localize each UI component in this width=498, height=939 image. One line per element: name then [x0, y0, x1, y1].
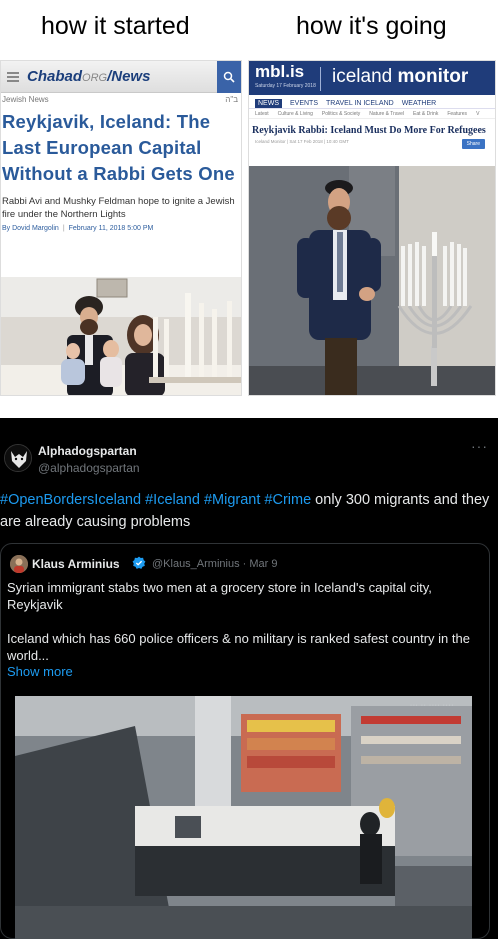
hashtag-open-borders[interactable]: #OpenBordersIceland: [0, 492, 141, 508]
article-headline: Reykjavik, Iceland: The Last European Ca…: [2, 111, 235, 184]
nav-weather[interactable]: WEATHER: [402, 100, 436, 107]
quote-avatar[interactable]: [10, 555, 28, 573]
verified-badge-icon: [132, 556, 146, 569]
subnav-politics[interactable]: Politics & Society: [322, 111, 360, 117]
menu-icon[interactable]: [7, 71, 19, 82]
family-photo: [1, 277, 241, 395]
hashtag-iceland[interactable]: #Iceland: [145, 492, 200, 508]
chabad-article-screenshot: ChabadORG/News Jewish News ב"ה Reykjavik…: [0, 60, 242, 396]
hashtag-migrant[interactable]: #Migrant: [204, 492, 260, 508]
nav-travel[interactable]: TRAVEL IN ICELAND: [326, 100, 394, 107]
mbl-main-nav: NEWS EVENTS TRAVEL IN ICELAND WEATHER: [249, 95, 495, 109]
quoted-tweet[interactable]: Klaus Arminius @Klaus_Arminius · Mar 9 S…: [0, 543, 490, 939]
more-options-icon[interactable]: ···: [471, 438, 488, 454]
portrait-avatar-icon: [10, 555, 28, 573]
author[interactable]: By Dovid Margolin: [2, 225, 59, 232]
date: February 11, 2018 5:00 PM: [68, 225, 154, 232]
quote-text: Syrian immigrant stabs two men at a groc…: [7, 579, 477, 681]
iceland-monitor-title[interactable]: iceland monitor: [332, 66, 468, 88]
subnav-latest[interactable]: Latest: [255, 111, 269, 117]
video-watermark: ··· ·· ···· ····: [409, 702, 454, 709]
mbl-date: Saturday 17 February 2018: [255, 83, 316, 89]
mbl-logo[interactable]: mbl.is: [255, 62, 304, 82]
subnav-features[interactable]: Features: [447, 111, 467, 117]
author-handle[interactable]: @alphadogspartan: [38, 461, 140, 475]
quote-author-name[interactable]: Klaus Arminius: [32, 557, 120, 571]
meta-text: Iceland Monitor | Sat 17 Feb 2018 | 10:4…: [255, 139, 349, 144]
nav-events[interactable]: EVENTS: [290, 100, 318, 107]
avatar[interactable]: [4, 444, 32, 472]
subnav-nature[interactable]: Nature & Travel: [369, 111, 404, 117]
search-icon: [223, 71, 235, 83]
show-more-link[interactable]: Show more: [7, 664, 73, 679]
article-subhead: Rabbi Avi and Mushky Feldman hope to ign…: [2, 196, 235, 220]
article-byline: By Dovid Margolin | February 11, 2018 5:00…: [2, 225, 154, 232]
share-button[interactable]: Share: [461, 139, 485, 149]
tweet-card: Alphadogspartan @alphadogspartan ··· #Op…: [0, 418, 498, 939]
caption-how-it-started: how it started: [41, 12, 190, 40]
quote-paragraph-1: Syrian immigrant stabs two men at a groc…: [7, 580, 432, 612]
cctv-video[interactable]: ··· ·· ···· ····: [15, 696, 472, 939]
section-label[interactable]: Jewish News: [2, 95, 49, 104]
tweet-text: #OpenBordersIceland #Iceland #Migrant #C…: [0, 489, 494, 533]
header-divider: [320, 67, 321, 91]
meme-header: how it started how it's going ChabadORG/…: [0, 0, 498, 400]
quote-author-handle[interactable]: @Klaus_Arminius · Mar 9: [152, 558, 277, 570]
subnav-culture[interactable]: Culture & Living: [278, 111, 313, 117]
article-headline: Reykjavik Rabbi: Iceland Must Do More Fo…: [252, 125, 486, 136]
iceland-monitor-screenshot: mbl.is Saturday 17 February 2018 iceland…: [248, 60, 496, 396]
hebrew-mark: ב"ה: [225, 95, 238, 104]
nav-news[interactable]: NEWS: [255, 99, 282, 108]
caption-how-its-going: how it's going: [296, 12, 447, 40]
quote-paragraph-2: Iceland which has 660 police officers & …: [7, 631, 470, 663]
wolf-avatar-icon: [5, 445, 31, 471]
mbl-header-bar: mbl.is Saturday 17 February 2018 iceland…: [249, 61, 495, 95]
section-row: Jewish News ב"ה: [1, 93, 241, 104]
subnav-eat[interactable]: Eat & Drink: [413, 111, 438, 117]
chabad-header-bar: ChabadORG/News: [1, 61, 241, 93]
subnav-more[interactable]: V: [476, 111, 479, 117]
mbl-sub-nav: Latest Culture & Living Politics & Socie…: [249, 109, 495, 119]
chabad-logo[interactable]: ChabadORG/News: [27, 68, 150, 85]
article-meta: Iceland Monitor | Sat 17 Feb 2018 | 10:4…: [255, 139, 495, 153]
search-button[interactable]: [217, 61, 241, 93]
rabbi-speaking-photo: [249, 166, 495, 395]
hashtag-crime[interactable]: #Crime: [264, 492, 311, 508]
author-name[interactable]: Alphadogspartan: [38, 444, 137, 458]
